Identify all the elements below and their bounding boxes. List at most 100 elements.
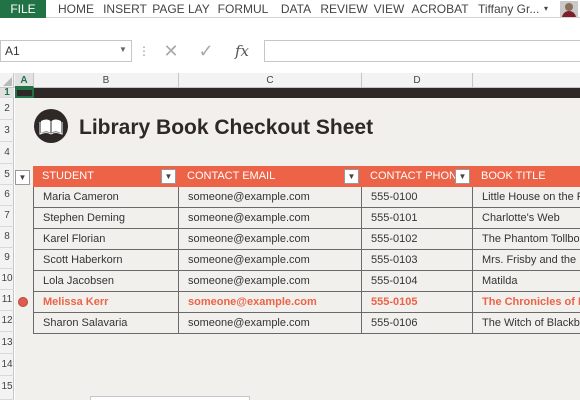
row-header-1[interactable]: 1 xyxy=(0,88,14,98)
cell-email[interactable]: someone@example.com xyxy=(178,187,361,208)
cell-phone[interactable]: 555-0106 xyxy=(361,313,472,334)
cell-student[interactable]: Sharon Salavaria xyxy=(33,313,178,334)
account-dropdown-icon[interactable]: ▾ xyxy=(544,0,548,18)
filter-phone-icon[interactable]: ▼ xyxy=(455,169,470,184)
header-email-label: CONTACT EMAIL xyxy=(187,170,276,182)
cancel-formula-icon[interactable]: ✕ xyxy=(160,40,182,62)
user-account-name[interactable]: Tiffany Gr... xyxy=(478,0,539,18)
sheet-tab-strip xyxy=(90,396,250,400)
table-row[interactable]: Lola Jacobsen someone@example.com 555-01… xyxy=(33,271,580,292)
tab-formulas[interactable]: FORMUL xyxy=(214,0,272,18)
row-header-5[interactable]: 5 xyxy=(0,164,14,185)
tab-view[interactable]: VIEW xyxy=(370,0,408,18)
name-box-dropdown-icon[interactable]: ▼ xyxy=(119,45,127,54)
avatar-body-shape xyxy=(562,11,576,17)
header-phone-label: CONTACT PHONE xyxy=(370,170,465,182)
column-header-d[interactable]: D xyxy=(362,73,473,88)
header-book-title: BOOK TITLE xyxy=(472,166,580,187)
select-all-icon xyxy=(3,77,12,86)
cell-email[interactable]: someone@example.com xyxy=(178,313,361,334)
cell-book-title[interactable]: The Phantom Tollbooth xyxy=(472,229,580,250)
overdue-marker-icon xyxy=(18,297,28,307)
cell-book-title[interactable]: The Chronicles of Narnia xyxy=(472,292,580,313)
cell-phone[interactable]: 555-0103 xyxy=(361,250,472,271)
formula-input[interactable] xyxy=(264,40,580,62)
filter-student-icon[interactable]: ▼ xyxy=(161,169,176,184)
cell-book-title[interactable]: Little House on the Prairie xyxy=(472,187,580,208)
cell-phone[interactable]: 555-0100 xyxy=(361,187,472,208)
cell-student[interactable]: Melissa Kerr xyxy=(33,292,178,313)
book-glyph xyxy=(39,119,63,135)
table-row[interactable]: Sharon Salavaria someone@example.com 555… xyxy=(33,313,580,334)
cell-student[interactable]: Maria Cameron xyxy=(33,187,178,208)
header-email: CONTACT EMAIL xyxy=(178,166,361,187)
cell-book-title[interactable]: Mrs. Frisby and the Rats of NIMH xyxy=(472,250,580,271)
tab-data[interactable]: DATA xyxy=(274,0,318,18)
row-header-15[interactable]: 15 xyxy=(0,376,14,400)
cell-phone[interactable]: 555-0101 xyxy=(361,208,472,229)
column-header-e[interactable] xyxy=(473,73,580,88)
cell-student[interactable]: Karel Florian xyxy=(33,229,178,250)
cell-email[interactable]: someone@example.com xyxy=(178,208,361,229)
row-header-6[interactable]: 6 xyxy=(0,185,14,206)
tab-home[interactable]: HOME xyxy=(50,0,102,18)
cell-email[interactable]: someone@example.com xyxy=(178,271,361,292)
ribbon-tab-bar: FILE HOME INSERT PAGE LAY FORMUL DATA RE… xyxy=(0,0,580,18)
filter-email-icon[interactable]: ▼ xyxy=(344,169,359,184)
cell-book-title[interactable]: Matilda xyxy=(472,271,580,292)
row-header-9[interactable]: 9 xyxy=(0,248,14,269)
open-book-icon xyxy=(34,109,68,143)
table-row[interactable]: Stephen Deming someone@example.com 555-0… xyxy=(33,208,580,229)
cell-student[interactable]: Lola Jacobsen xyxy=(33,271,178,292)
row-header-2[interactable]: 2 xyxy=(0,98,14,120)
column-header-a[interactable]: A xyxy=(15,73,34,88)
row-header-4[interactable]: 4 xyxy=(0,142,14,164)
table-row[interactable]: Scott Haberkorn someone@example.com 555-… xyxy=(33,250,580,271)
formula-bar-resize-handle-icon[interactable]: ⋮ xyxy=(138,44,150,58)
cell-book-title[interactable]: Charlotte's Web xyxy=(472,208,580,229)
row-header-12[interactable]: 12 xyxy=(0,311,14,332)
sheet-title: Library Book Checkout Sheet xyxy=(79,116,374,139)
cell-book-title[interactable]: The Witch of Blackbird Pond xyxy=(472,313,580,334)
cell-student[interactable]: Scott Haberkorn xyxy=(33,250,178,271)
select-all-corner[interactable] xyxy=(0,73,14,88)
row-header-14[interactable]: 14 xyxy=(0,354,14,376)
column-header-row: A B C D xyxy=(0,73,580,88)
cell-phone[interactable]: 555-0102 xyxy=(361,229,472,250)
row-header-column: 1 2 3 4 5 6 7 8 9 10 11 12 13 14 15 xyxy=(0,88,14,400)
table-row[interactable]: Karel Florian someone@example.com 555-01… xyxy=(33,229,580,250)
row-header-7[interactable]: 7 xyxy=(0,206,14,227)
insert-function-button[interactable]: fx xyxy=(228,40,256,62)
column-header-b[interactable]: B xyxy=(34,73,179,88)
name-box[interactable]: A1 ▼ xyxy=(0,40,132,62)
table-row-highlighted[interactable]: Melissa Kerr someone@example.com 555-010… xyxy=(33,292,580,313)
cell-email[interactable]: someone@example.com xyxy=(178,292,361,313)
active-cell-a1[interactable] xyxy=(15,88,34,98)
cell-email[interactable]: someone@example.com xyxy=(178,250,361,271)
user-avatar[interactable] xyxy=(560,1,578,17)
row-header-3[interactable]: 3 xyxy=(0,120,14,142)
row-header-13[interactable]: 13 xyxy=(0,332,14,354)
worksheet[interactable]: Library Book Checkout Sheet STUDENT ▼ CO… xyxy=(15,88,580,400)
tab-acrobat[interactable]: ACROBAT xyxy=(408,0,472,18)
table-row[interactable]: Maria Cameron someone@example.com 555-01… xyxy=(33,187,580,208)
file-tab[interactable]: FILE xyxy=(0,0,46,18)
cell-phone[interactable]: 555-0105 xyxy=(361,292,472,313)
table-filter-toggle-icon[interactable]: ▼ xyxy=(15,170,30,185)
cell-phone[interactable]: 555-0104 xyxy=(361,271,472,292)
column-header-c[interactable]: C xyxy=(179,73,362,88)
cell-email[interactable]: someone@example.com xyxy=(178,229,361,250)
tab-page-layout[interactable]: PAGE LAY xyxy=(148,0,214,18)
header-book-title-label: BOOK TITLE xyxy=(481,170,546,182)
enter-formula-icon[interactable]: ✓ xyxy=(195,40,217,62)
row-header-11[interactable]: 11 xyxy=(0,290,14,311)
row-header-8[interactable]: 8 xyxy=(0,227,14,248)
avatar-head-shape xyxy=(565,3,573,11)
header-student: STUDENT xyxy=(33,166,178,187)
title-band xyxy=(15,88,580,98)
tab-insert[interactable]: INSERT xyxy=(102,0,148,18)
tab-review[interactable]: REVIEW xyxy=(318,0,370,18)
row-header-10[interactable]: 10 xyxy=(0,269,14,290)
cell-student[interactable]: Stephen Deming xyxy=(33,208,178,229)
name-box-value: A1 xyxy=(5,44,20,58)
